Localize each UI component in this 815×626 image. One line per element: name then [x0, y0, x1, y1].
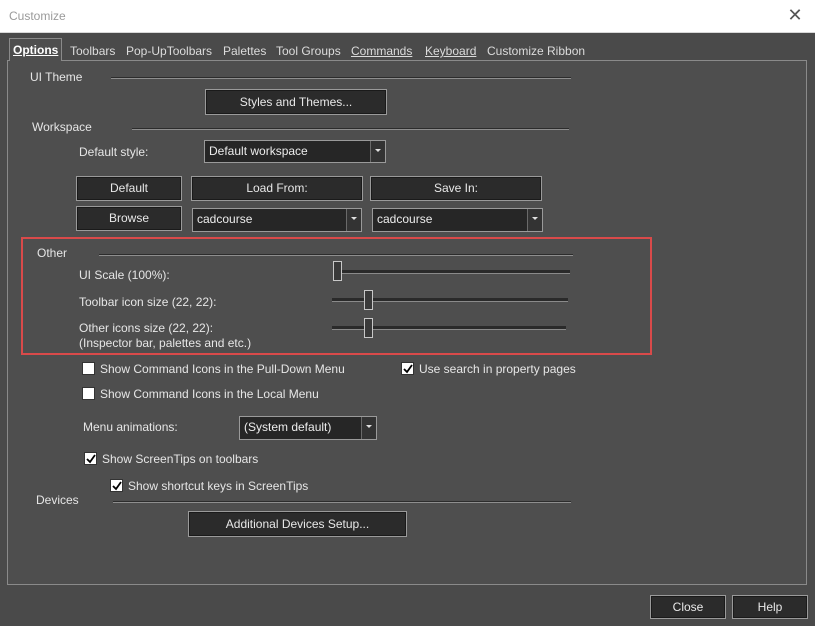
use-search-checkbox[interactable]	[401, 362, 414, 375]
workspace-group-label: Workspace	[32, 120, 92, 134]
toolbar-icon-size-slider[interactable]	[363, 290, 373, 310]
default-style-value: Default workspace	[209, 144, 308, 158]
ui-scale-track	[333, 270, 570, 274]
chevron-down-icon	[346, 209, 361, 231]
other-group-label: Other	[37, 246, 68, 260]
show-icons-pulldown-checkbox[interactable]	[82, 362, 95, 375]
ui-scale-slider[interactable]	[333, 261, 342, 281]
other-icons-size-slider[interactable]	[363, 318, 373, 338]
tab-options[interactable]: Options	[9, 38, 63, 61]
help-button[interactable]: Help	[732, 595, 808, 619]
chevron-down-icon	[361, 417, 376, 439]
show-icons-local-label: Show Command Icons in the Local Menu	[100, 387, 319, 401]
tab-keyboard[interactable]: Keyboard	[425, 42, 476, 60]
additional-devices-setup-button[interactable]: Additional Devices Setup...	[188, 511, 407, 537]
tab-palettes[interactable]: Palettes	[223, 42, 266, 60]
tab-label: Options	[13, 43, 59, 57]
menu-animations-label: Menu animations:	[83, 420, 178, 434]
tab-customize-ribbon[interactable]: Customize Ribbon	[487, 42, 585, 60]
other-divider	[99, 254, 573, 256]
show-shortcut-keys-label: Show shortcut keys in ScreenTips	[128, 479, 309, 493]
save-in-value: cadcourse	[377, 212, 433, 226]
checkmark-icon	[86, 454, 96, 464]
window-title: Customize	[9, 9, 66, 23]
checkmark-icon	[112, 481, 122, 491]
workspace-divider	[132, 128, 569, 130]
default-button[interactable]: Default	[76, 176, 182, 201]
devices-group-label: Devices	[36, 493, 79, 507]
close-button[interactable]: Close	[650, 595, 726, 619]
chevron-down-icon	[370, 141, 385, 162]
close-icon[interactable]: ✕	[783, 4, 807, 26]
tab-popup-toolbars[interactable]: Pop-UpToolbars	[126, 42, 212, 60]
other-icons-size-sublabel: (Inspector bar, palettes and etc.)	[79, 336, 252, 350]
tab-label: Keyboard	[425, 44, 477, 58]
show-icons-local-checkbox[interactable]	[82, 387, 95, 400]
tab-label: Toolbars	[70, 44, 116, 58]
tab-toolbars[interactable]: Toolbars	[70, 42, 115, 60]
show-screentips-label: Show ScreenTips on toolbars	[102, 452, 259, 466]
browse-button[interactable]: Browse	[76, 206, 182, 231]
styles-and-themes-button[interactable]: Styles and Themes...	[205, 89, 387, 115]
load-from-button[interactable]: Load From:	[191, 176, 363, 201]
ui-theme-divider	[111, 77, 571, 79]
default-style-select[interactable]: Default workspace	[204, 140, 386, 163]
title-bar: Customize ✕	[0, 0, 815, 33]
chevron-down-icon	[527, 209, 542, 231]
use-search-label: Use search in property pages	[419, 362, 576, 376]
tab-tool-groups[interactable]: Tool Groups	[276, 42, 341, 60]
other-icons-size-label: Other icons size (22, 22):	[79, 321, 214, 335]
save-in-button[interactable]: Save In:	[370, 176, 542, 201]
load-from-value: cadcourse	[197, 212, 253, 226]
toolbar-icon-size-label: Toolbar icon size (22, 22):	[79, 295, 217, 309]
checkmark-icon	[403, 364, 413, 374]
load-from-select[interactable]: cadcourse	[192, 208, 362, 232]
tab-commands[interactable]: Commands	[351, 42, 412, 60]
show-screentips-checkbox[interactable]	[84, 452, 97, 465]
devices-divider	[113, 501, 571, 503]
ui-scale-label: UI Scale (100%):	[79, 268, 170, 282]
tab-label: Pop-UpToolbars	[126, 44, 213, 58]
default-style-label: Default style:	[79, 145, 149, 159]
tab-label: Customize Ribbon	[487, 44, 586, 58]
save-in-select[interactable]: cadcourse	[372, 208, 543, 232]
menu-animations-value: (System default)	[244, 420, 332, 434]
tab-label: Tool Groups	[276, 44, 341, 58]
show-icons-pulldown-label: Show Command Icons in the Pull-Down Menu	[100, 362, 345, 376]
ui-theme-group-label: UI Theme	[30, 70, 83, 84]
show-shortcut-keys-checkbox[interactable]	[110, 479, 123, 492]
tab-label: Palettes	[223, 44, 267, 58]
tab-label: Commands	[351, 44, 413, 58]
menu-animations-select[interactable]: (System default)	[239, 416, 377, 440]
